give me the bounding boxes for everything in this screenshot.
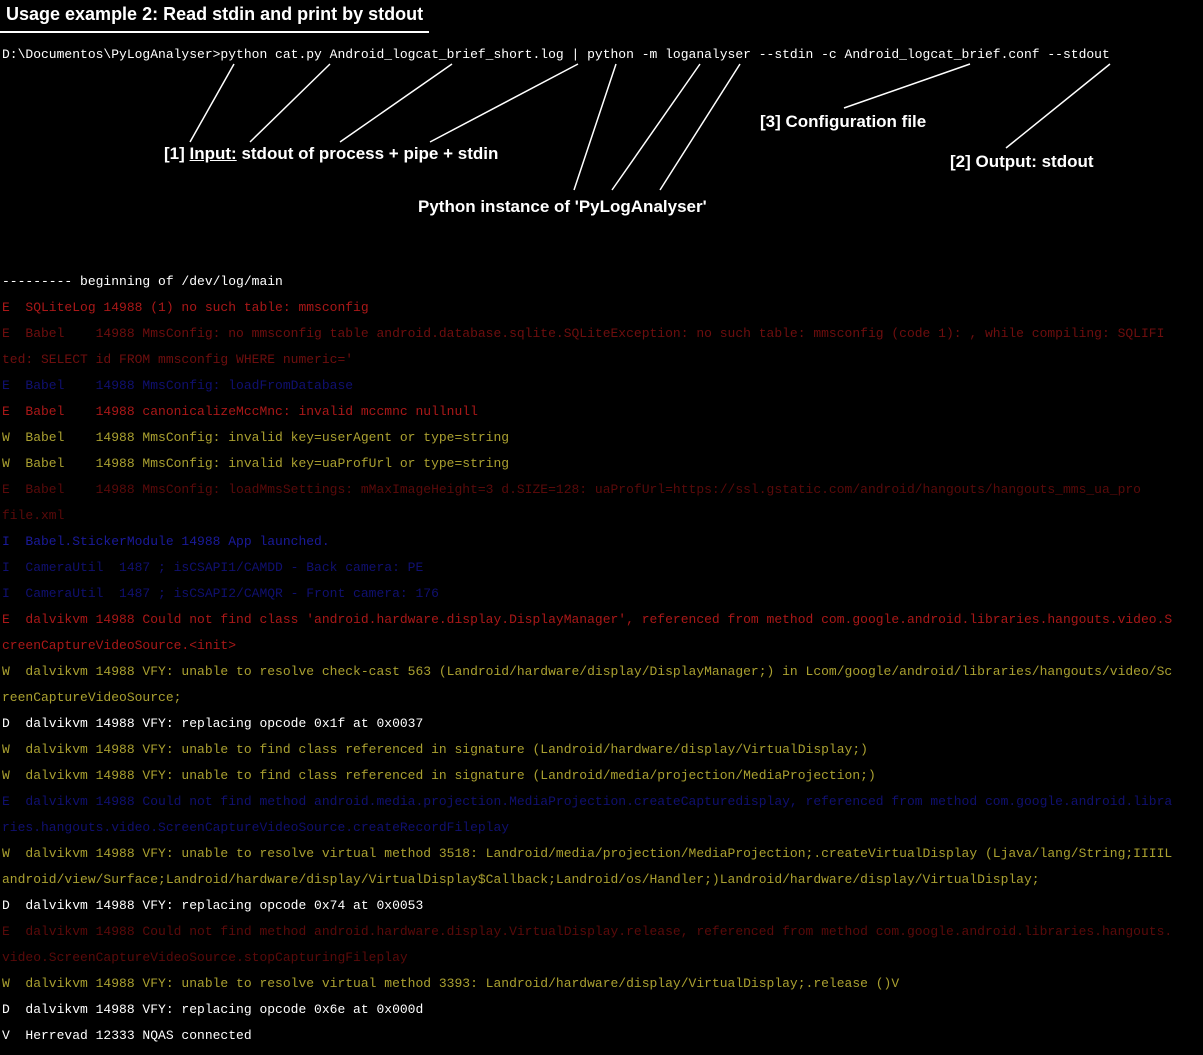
log-line: W dalvikvm 14988 VFY: unable to find cla…	[2, 743, 1203, 756]
log-line: W dalvikvm 14988 VFY: unable to find cla…	[2, 769, 1203, 782]
log-line: W dalvikvm 14988 VFY: unable to resolve …	[2, 977, 1203, 990]
log-line: I CameraUtil 1487 ; isCSAPI1/CAMDD - Bac…	[2, 561, 1203, 574]
annotation-config-text: Configuration file	[786, 112, 927, 131]
log-line: I CameraUtil 1487 ; isCSAPI2/CAMQR - Fro…	[2, 587, 1203, 600]
log-line: E Babel 14988 MmsConfig: loadMmsSettings…	[2, 483, 1203, 496]
log-line: android/view/Surface;Landroid/hardware/d…	[2, 873, 1203, 886]
log-line: W Babel 14988 MmsConfig: invalid key=use…	[2, 431, 1203, 444]
annotation-input-text: stdout of process + pipe + stdin	[237, 144, 499, 163]
log-line: W dalvikvm 14988 VFY: unable to resolve …	[2, 665, 1203, 678]
log-line: --------- beginning of /dev/log/main	[2, 275, 1203, 288]
log-line: I Babel.StickerModule 14988 App launched…	[2, 535, 1203, 548]
annotation-input-num: [1]	[164, 144, 185, 163]
log-line: reenCaptureVideoSource;	[2, 691, 1203, 704]
log-line: file.xml	[2, 509, 1203, 522]
log-line: D dalvikvm 14988 VFY: replacing opcode 0…	[2, 717, 1203, 730]
log-line: D dalvikvm 14988 VFY: replacing opcode 0…	[2, 1003, 1203, 1016]
annotation-area: [1] Input: stdout of process + pipe + st…	[0, 62, 1203, 262]
log-line: E dalvikvm 14988 Could not find method a…	[2, 925, 1203, 938]
annotation-input-key: Input:	[190, 144, 237, 163]
log-line: ries.hangouts.video.ScreenCaptureVideoSo…	[2, 821, 1203, 834]
annotation-config: [3] Configuration file	[760, 112, 926, 132]
log-line: video.ScreenCaptureVideoSource.stopCaptu…	[2, 951, 1203, 964]
log-line: V Herrevad 12333 NQAS connected	[2, 1029, 1203, 1042]
log-line: E dalvikvm 14988 Could not find class 'a…	[2, 613, 1203, 626]
log-line: E Babel 14988 canonicalizeMccMnc: invali…	[2, 405, 1203, 418]
annotation-output-num: [2]	[950, 152, 971, 171]
annotation-input: [1] Input: stdout of process + pipe + st…	[164, 144, 498, 164]
log-line: E dalvikvm 14988 Could not find method a…	[2, 795, 1203, 808]
page-title: Usage example 2: Read stdin and print by…	[0, 0, 429, 33]
annotation-config-num: [3]	[760, 112, 781, 131]
log-output: --------- beginning of /dev/log/main E S…	[0, 262, 1203, 1055]
log-line: E Babel 14988 MmsConfig: loadFromDatabas…	[2, 379, 1203, 392]
log-line: ted: SELECT id FROM mmsconfig WHERE nume…	[2, 353, 1203, 366]
log-line: W Babel 14988 MmsConfig: invalid key=uaP…	[2, 457, 1203, 470]
command-line: D:\Documentos\PyLogAnalyser>python cat.p…	[0, 47, 1203, 62]
log-line: W dalvikvm 14988 VFY: unable to resolve …	[2, 847, 1203, 860]
log-line: E SQLiteLog 14988 (1) no such table: mms…	[2, 301, 1203, 314]
annotation-output: [2] Output: stdout	[950, 152, 1094, 172]
log-line: D dalvikvm 14988 VFY: replacing opcode 0…	[2, 899, 1203, 912]
log-line: E Babel 14988 MmsConfig: no mmsconfig ta…	[2, 327, 1203, 340]
annotation-output-key: Output: stdout	[976, 152, 1094, 171]
log-line: creenCaptureVideoSource.<init>	[2, 639, 1203, 652]
annotation-instance: Python instance of 'PyLogAnalyser'	[418, 197, 707, 217]
